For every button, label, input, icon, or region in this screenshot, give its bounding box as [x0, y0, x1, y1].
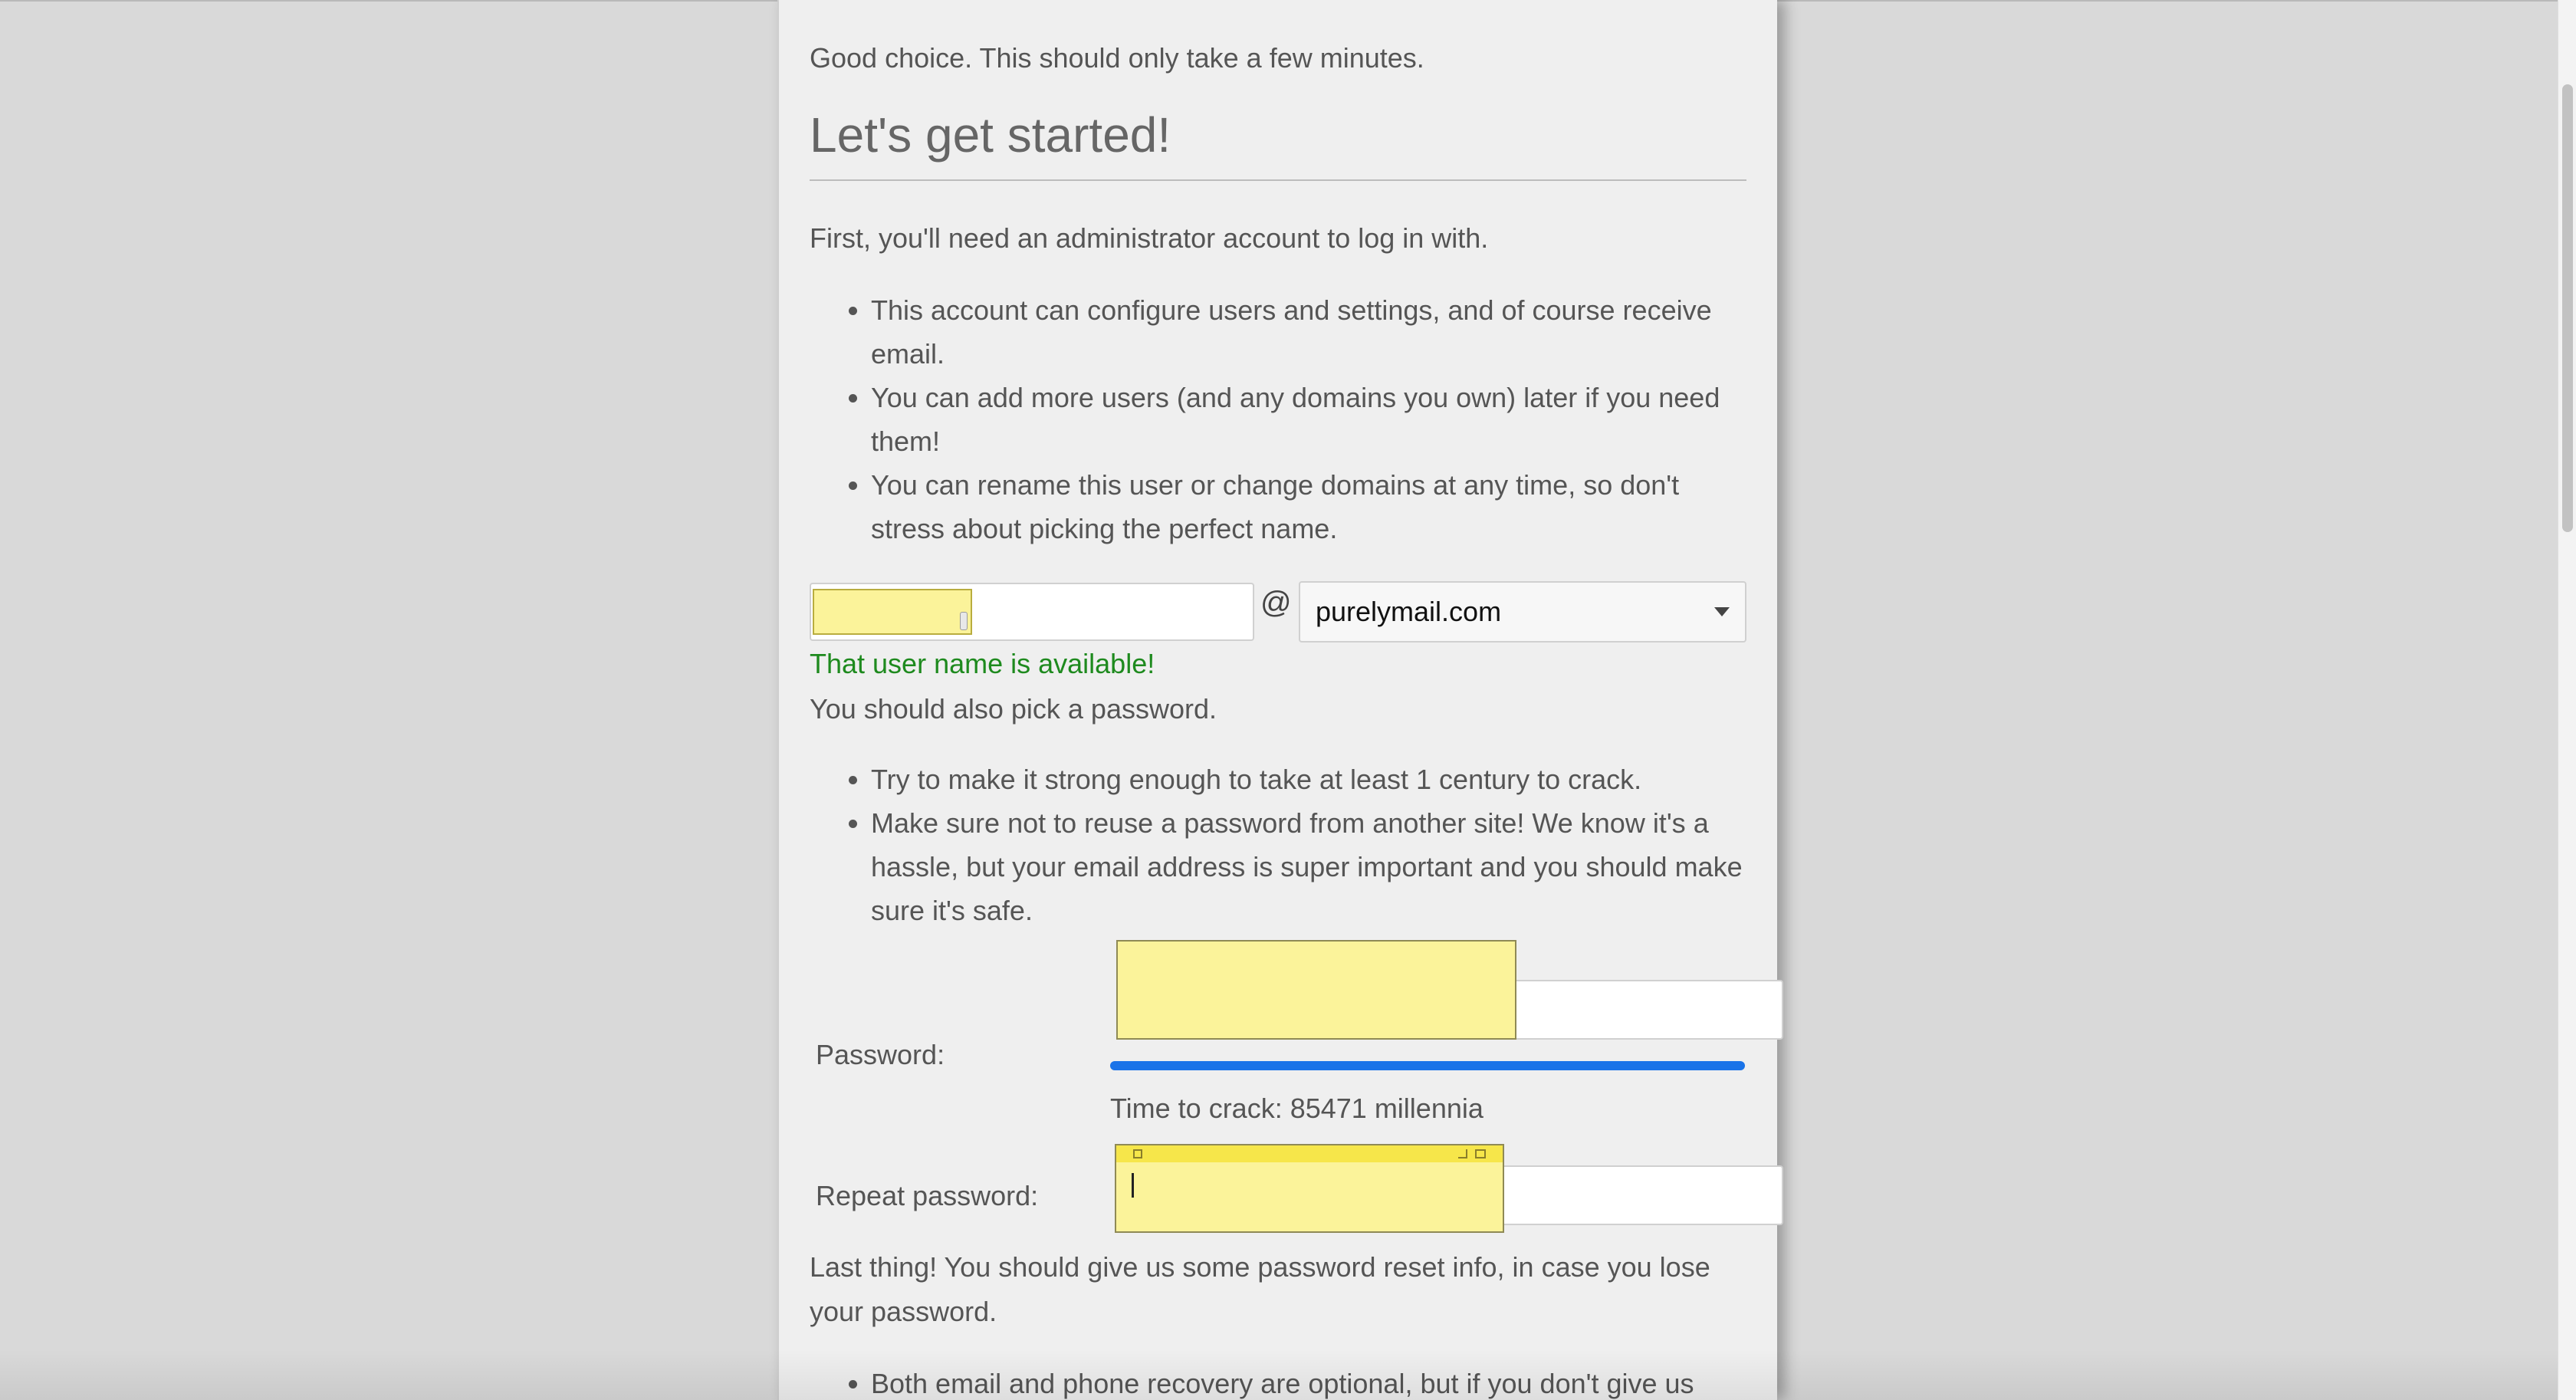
password-strength-meter [1110, 1061, 1745, 1070]
recovery-intro-text: Last thing! You should give us some pass… [810, 1251, 1710, 1327]
list-item: This account can configure users and set… [871, 288, 1746, 376]
domain-value: purelymail.com [1316, 596, 1502, 627]
password-strength-fill [1110, 1061, 1745, 1070]
password-label: Password: [816, 1039, 945, 1070]
password-input[interactable] [1500, 980, 1783, 1040]
title-divider [810, 179, 1746, 181]
username-input[interactable] [810, 583, 1254, 641]
text-cursor [1132, 1173, 1134, 1198]
at-sign: @ [1260, 586, 1292, 619]
maximize-icon[interactable] [1475, 1149, 1486, 1158]
browser-viewport: Good choice. This should only take a few… [0, 0, 2558, 1400]
chevron-down-icon [1714, 607, 1730, 616]
page-title: Let's get started! [810, 107, 1171, 163]
signup-panel: Good choice. This should only take a few… [777, 0, 1783, 1400]
list-item: You can rename this user or change domai… [871, 463, 1746, 550]
list-item: Try to make it strong enough to take at … [871, 758, 1746, 801]
crack-time-text: Time to crack: 85471 millennia [1110, 1093, 1484, 1124]
sticky-note-overlay[interactable] [1115, 1144, 1504, 1233]
repeat-password-input[interactable] [1484, 1165, 1783, 1225]
domain-select[interactable]: purelymail.com [1299, 581, 1746, 642]
resize-grip-icon[interactable] [960, 612, 968, 630]
new-note-icon[interactable] [1133, 1149, 1142, 1158]
recovery-info-list: Both email and phone recovery are option… [810, 1362, 1746, 1400]
list-item: Make sure not to reuse a password from a… [871, 801, 1746, 932]
intro-text: Good choice. This should only take a few… [810, 42, 1424, 74]
account-intro-text: First, you'll need an administrator acco… [810, 222, 1489, 254]
scrollbar-thumb[interactable] [2562, 84, 2573, 532]
list-item: Both email and phone recovery are option… [871, 1362, 1746, 1400]
list-item: You can add more users (and any domains … [871, 376, 1746, 463]
sticky-note-overlay[interactable] [1116, 940, 1516, 1040]
sticky-note-overlay[interactable] [813, 589, 972, 635]
username-status: That user name is available! [810, 648, 1155, 679]
repeat-password-label: Repeat password: [816, 1180, 1039, 1211]
resize-icon[interactable] [1458, 1149, 1467, 1158]
vertical-scrollbar[interactable] [2558, 0, 2576, 1400]
sticky-note-titlebar[interactable] [1116, 1145, 1503, 1162]
password-tips-list: Try to make it strong enough to take at … [810, 758, 1746, 932]
password-intro-text: You should also pick a password. [810, 693, 1217, 725]
account-info-list: This account can configure users and set… [810, 288, 1746, 550]
